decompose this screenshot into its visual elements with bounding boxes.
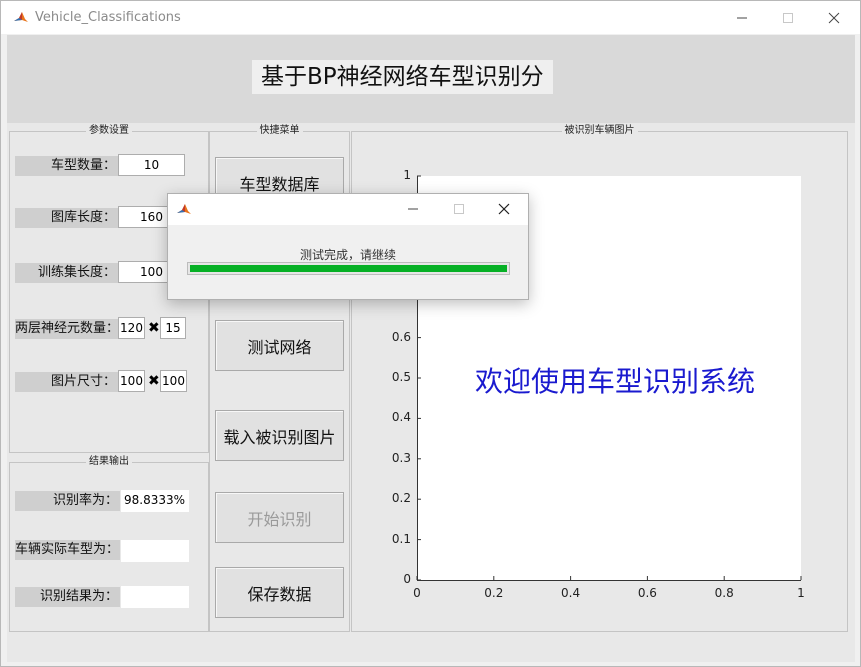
- results-panel: 结果输出 识别率为： 98.8333% 车辆实际车型为： 识别结果为：: [9, 456, 209, 632]
- minimize-icon: [408, 208, 418, 210]
- y-tick-label: 0.4: [391, 410, 411, 425]
- library-length-label: 图库长度：: [15, 208, 118, 228]
- header-band: 基于BP神经网络车型识别分: [7, 35, 855, 123]
- matlab-icon: [177, 204, 191, 214]
- train-length-label: 训练集长度：: [15, 263, 118, 283]
- maximize-icon: [783, 13, 793, 23]
- x-tick-label: 0.8: [714, 586, 734, 600]
- figure-area: 基于BP神经网络车型识别分 参数设置 车型数量： 10 图库长度： 160 训练…: [7, 35, 855, 662]
- results-panel-title: 结果输出: [86, 456, 132, 467]
- progress-fill: [190, 265, 507, 272]
- neurons-label: 两层神经元数量：: [15, 319, 119, 339]
- accuracy-value: 98.8333%: [121, 490, 189, 512]
- dialog-title-bar[interactable]: [168, 194, 528, 225]
- dialog-maximize-button[interactable]: [436, 196, 482, 222]
- progress-dialog: 测试完成，请继续: [167, 193, 529, 300]
- result-value: [121, 586, 189, 608]
- dialog-message: 测试完成，请继续: [299, 248, 396, 262]
- y-tick-label: 0: [403, 572, 411, 586]
- save-data-button[interactable]: 保存数据: [215, 567, 344, 618]
- close-icon: [498, 203, 510, 215]
- dialog-minimize-button[interactable]: [390, 196, 436, 222]
- welcome-message: 欢迎使用车型识别系统: [475, 365, 756, 398]
- image-width-input[interactable]: 100: [118, 370, 145, 392]
- x-tick-label: 0.6: [637, 586, 657, 600]
- window-title: Vehicle_Classifications: [35, 10, 181, 25]
- image-size-label: 图片尺寸：: [15, 372, 118, 392]
- close-button[interactable]: [811, 5, 857, 31]
- x-tick-label: 0.2: [484, 586, 504, 600]
- accuracy-label: 识别率为：: [15, 491, 120, 511]
- maximize-button[interactable]: [765, 5, 811, 31]
- test-network-button[interactable]: 测试网络: [215, 320, 344, 371]
- maximize-icon: [454, 204, 464, 214]
- result-label: 识别结果为：: [15, 587, 120, 607]
- y-tick-label: 0.5: [391, 370, 411, 384]
- x-tick-label: 1: [797, 586, 805, 600]
- y-tick-label: 0.1: [391, 531, 411, 546]
- progress-bar: [187, 262, 510, 275]
- y-tick-label: 0.6: [391, 329, 411, 344]
- dialog-close-button[interactable]: [481, 196, 527, 222]
- y-tick-label: 0.3: [391, 450, 411, 465]
- y-tick-label: 0.2: [391, 491, 411, 506]
- menu-panel-title: 快捷菜单: [256, 125, 303, 136]
- close-icon: [828, 12, 840, 24]
- y-tick-label: 1: [403, 168, 411, 182]
- actual-type-value: [121, 540, 189, 562]
- params-panel-title: 参数设置: [86, 125, 132, 136]
- title-bar[interactable]: Vehicle_Classifications: [1, 1, 860, 34]
- main-window: Vehicle_Classifications 基于BP神经网络车型识别分 参数…: [0, 0, 861, 667]
- start-recognition-button[interactable]: 开始识别: [215, 492, 344, 543]
- matlab-icon: [13, 10, 29, 26]
- vehicle-count-label: 车型数量：: [15, 156, 118, 176]
- times-icon: ✖: [148, 373, 160, 389]
- neurons-layer2-input[interactable]: 15: [160, 317, 186, 339]
- image-height-input[interactable]: 100: [160, 370, 187, 392]
- minimize-button[interactable]: [719, 5, 765, 31]
- vehicle-count-input[interactable]: 10: [118, 154, 185, 176]
- load-image-button[interactable]: 载入被识别图片: [215, 410, 344, 461]
- actual-type-label: 车辆实际车型为：: [15, 540, 120, 560]
- x-tick-label: 0.4: [561, 586, 581, 600]
- neurons-layer1-input[interactable]: 120: [118, 317, 145, 339]
- page-title: 基于BP神经网络车型识别分: [252, 60, 553, 94]
- minimize-icon: [737, 17, 747, 19]
- times-icon: ✖: [148, 320, 160, 336]
- x-tick-label: 0: [413, 586, 421, 600]
